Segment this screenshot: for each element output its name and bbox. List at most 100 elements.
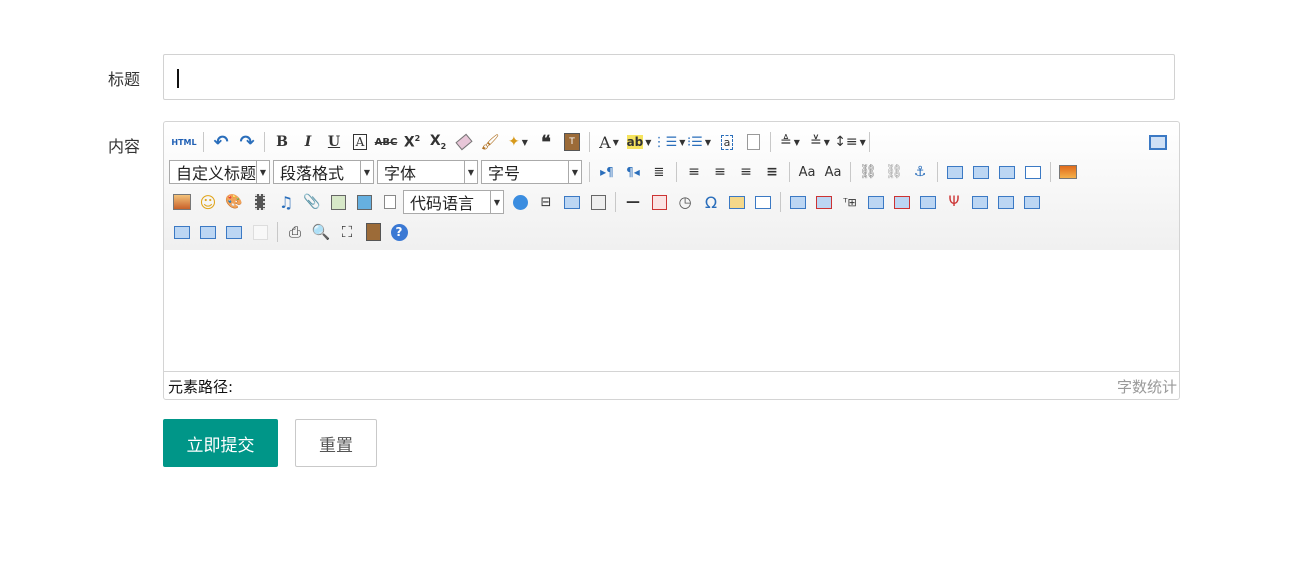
align-left-icon[interactable]: ≡ <box>681 160 707 184</box>
underline-icon[interactable]: U <box>321 130 347 154</box>
delete-col-icon[interactable]: Ψ <box>941 190 967 214</box>
search-replace-icon[interactable]: ⛶ <box>334 220 360 244</box>
merge-right-icon[interactable] <box>993 190 1019 214</box>
emotion-icon[interactable]: ☺ <box>195 190 221 214</box>
font-border-icon[interactable]: A <box>347 130 373 154</box>
rich-text-editor: HTML ↶ ↷ B I U A ABC X2 X2 🖌 ✦ ▼ ❝ T A ▼ a… <box>163 121 1180 400</box>
print-icon[interactable]: ⎙ <box>282 220 308 244</box>
superscript-icon[interactable]: X2 <box>399 130 425 154</box>
image-right-icon[interactable] <box>994 160 1020 184</box>
split-to-rows-icon[interactable] <box>195 220 221 244</box>
map-icon[interactable] <box>325 190 351 214</box>
toolbar-row-1: HTML ↶ ↷ B I U A ABC X2 X2 🖌 ✦ ▼ ❝ T A ▼ a… <box>169 128 874 156</box>
image-none-icon[interactable] <box>942 160 968 184</box>
reset-button[interactable]: 重置 <box>295 419 377 467</box>
to-uppercase-icon[interactable]: Aa <box>794 160 820 184</box>
separator <box>770 132 771 152</box>
wordimage-icon[interactable] <box>724 190 750 214</box>
toolbar-row-3: ☺ 🎨 ♫ 📎 代码语言 ▼ ⊟ — ◷ Ω ᵀ⊞ Ψ <box>169 188 1045 216</box>
template-icon[interactable] <box>559 190 585 214</box>
format-brush-icon[interactable]: 🖌 <box>477 130 503 154</box>
split-to-cells-icon[interactable] <box>169 220 195 244</box>
unlink-icon[interactable]: ⛓ <box>881 160 907 184</box>
background-icon[interactable] <box>585 190 611 214</box>
insert-paragraph-before-table-icon[interactable]: ᵀ⊞ <box>837 190 863 214</box>
link-icon[interactable]: ⛓ <box>855 160 881 184</box>
element-path-label: 元素路径: <box>168 378 234 396</box>
separator <box>277 222 278 242</box>
word-import-icon[interactable] <box>750 190 776 214</box>
font-color-icon[interactable]: A ▼ <box>594 130 624 154</box>
image-center-icon[interactable] <box>1020 160 1046 184</box>
font-family-select[interactable]: 字体 ▼ <box>377 160 478 184</box>
title-input[interactable] <box>163 54 1175 100</box>
rtl-direction-icon[interactable]: ¶◂ <box>620 160 646 184</box>
date-icon[interactable] <box>646 190 672 214</box>
merge-down-icon[interactable] <box>1019 190 1045 214</box>
row-spacing-top-icon[interactable]: ≜ ▼ <box>775 130 805 154</box>
attachment-icon[interactable]: 📎 <box>299 190 325 214</box>
chevron-down-icon: ▼ <box>490 191 503 213</box>
editor-content-area[interactable] <box>164 250 1179 370</box>
horizontal-rule-icon[interactable]: — <box>620 190 646 214</box>
help-icon[interactable]: ? <box>386 220 412 244</box>
background-color-icon[interactable]: ab ▼ <box>624 130 654 154</box>
insert-table-icon[interactable] <box>785 190 811 214</box>
separator <box>589 132 590 152</box>
align-justify-icon[interactable]: ≡ <box>759 160 785 184</box>
ordered-list-icon[interactable]: ⋮☰ ▼ <box>653 130 686 154</box>
charts-icon[interactable] <box>247 220 273 244</box>
select-all-icon[interactable]: a <box>714 130 740 154</box>
delete-row-icon[interactable] <box>889 190 915 214</box>
submit-button[interactable]: 立即提交 <box>163 419 278 467</box>
chevron-down-icon: ▼ <box>256 161 269 183</box>
drafts-icon[interactable] <box>360 220 386 244</box>
italic-icon[interactable]: I <box>295 130 321 154</box>
toolbar-row-2: 自定义标题 ▼ 段落格式 ▼ 字体 ▼ 字号 ▼ ▸¶ ¶◂ ≣ ≡ ≡ ≡ ≡… <box>169 158 1081 186</box>
gmap-icon[interactable] <box>351 190 377 214</box>
page-break-icon[interactable]: ⊟ <box>533 190 559 214</box>
strikethrough-icon[interactable]: ABC <box>373 130 399 154</box>
font-size-select[interactable]: 字号 ▼ <box>481 160 582 184</box>
delete-table-icon[interactable] <box>811 190 837 214</box>
special-chars-icon[interactable]: Ω <box>698 190 724 214</box>
paste-plain-icon[interactable]: T <box>559 130 585 154</box>
align-center-icon[interactable]: ≡ <box>707 160 733 184</box>
insert-image-icon[interactable] <box>169 190 195 214</box>
scrawl-icon[interactable]: 🎨 <box>221 190 247 214</box>
to-lowercase-icon[interactable]: Aa <box>820 160 846 184</box>
anchor-icon[interactable]: ⚓ <box>907 160 933 184</box>
insert-frame-icon[interactable] <box>377 190 403 214</box>
auto-format-icon[interactable]: ✦ ▼ <box>503 130 533 154</box>
code-language-select[interactable]: 代码语言 ▼ <box>403 190 504 214</box>
simple-upload-icon[interactable] <box>1055 160 1081 184</box>
insert-col-icon[interactable] <box>915 190 941 214</box>
fullscreen-icon[interactable] <box>1145 130 1171 154</box>
time-icon[interactable]: ◷ <box>672 190 698 214</box>
webapp-icon[interactable] <box>507 190 533 214</box>
undo-icon[interactable]: ↶ <box>208 130 234 154</box>
clear-doc-icon[interactable] <box>740 130 766 154</box>
line-height-icon[interactable]: ↕≡ ▼ <box>834 130 866 154</box>
image-left-icon[interactable] <box>968 160 994 184</box>
redo-icon[interactable]: ↷ <box>234 130 260 154</box>
paragraph-format-select[interactable]: 段落格式 ▼ <box>273 160 374 184</box>
html-source-button[interactable]: HTML <box>169 130 199 154</box>
custom-title-select[interactable]: 自定义标题 ▼ <box>169 160 270 184</box>
indent-icon[interactable]: ≣ <box>646 160 672 184</box>
split-to-cols-icon[interactable] <box>221 220 247 244</box>
unordered-list-icon[interactable]: ⁝☰ ▼ <box>684 130 714 154</box>
row-spacing-bottom-icon[interactable]: ≚ ▼ <box>805 130 835 154</box>
quote-icon[interactable]: ❝ <box>533 130 559 154</box>
preview-icon[interactable]: 🔍 <box>308 220 334 244</box>
insert-row-icon[interactable] <box>863 190 889 214</box>
subscript-icon[interactable]: X2 <box>425 130 451 154</box>
eraser-icon[interactable] <box>451 130 477 154</box>
insert-video-icon[interactable] <box>247 190 273 214</box>
ltr-direction-icon[interactable]: ▸¶ <box>594 160 620 184</box>
word-count-label: 字数统计 <box>1116 378 1177 396</box>
align-right-icon[interactable]: ≡ <box>733 160 759 184</box>
merge-cells-icon[interactable] <box>967 190 993 214</box>
music-icon[interactable]: ♫ <box>273 190 299 214</box>
bold-icon[interactable]: B <box>269 130 295 154</box>
